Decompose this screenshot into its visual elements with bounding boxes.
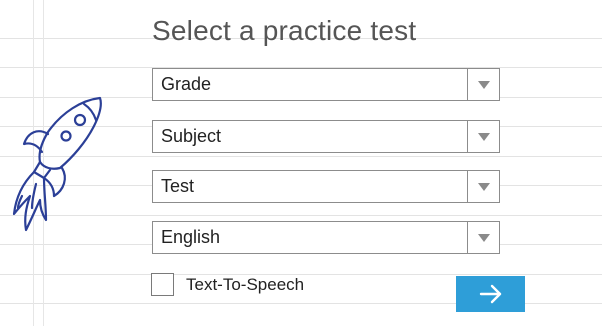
page-title: Select a practice test [152,15,417,46]
text-to-speech-option: Text-To-Speech [151,273,304,296]
subject-select[interactable]: Subject [152,120,500,153]
start-test-button[interactable] [456,276,525,312]
rocket-icon [12,96,102,232]
chevron-down-icon [477,233,490,242]
chevron-down-icon [477,80,490,89]
chevron-down-icon [477,132,490,141]
chevron-down-icon [477,182,490,191]
grade-dropdown-button[interactable] [467,69,499,100]
test-dropdown-button[interactable] [467,171,499,202]
language-select-value: English [161,227,221,247]
subject-dropdown-button[interactable] [467,121,499,152]
arrow-right-icon [479,284,501,304]
test-select-value: Test [161,176,195,196]
text-to-speech-checkbox[interactable] [151,273,174,296]
grade-select-value: Grade [161,74,212,94]
language-dropdown-button[interactable] [467,222,499,253]
test-select[interactable]: Test [152,170,500,203]
grade-select[interactable]: Grade [152,68,500,101]
language-select[interactable]: English [152,221,500,254]
subject-select-value: Subject [161,126,222,146]
text-to-speech-label[interactable]: Text-To-Speech [186,275,304,295]
